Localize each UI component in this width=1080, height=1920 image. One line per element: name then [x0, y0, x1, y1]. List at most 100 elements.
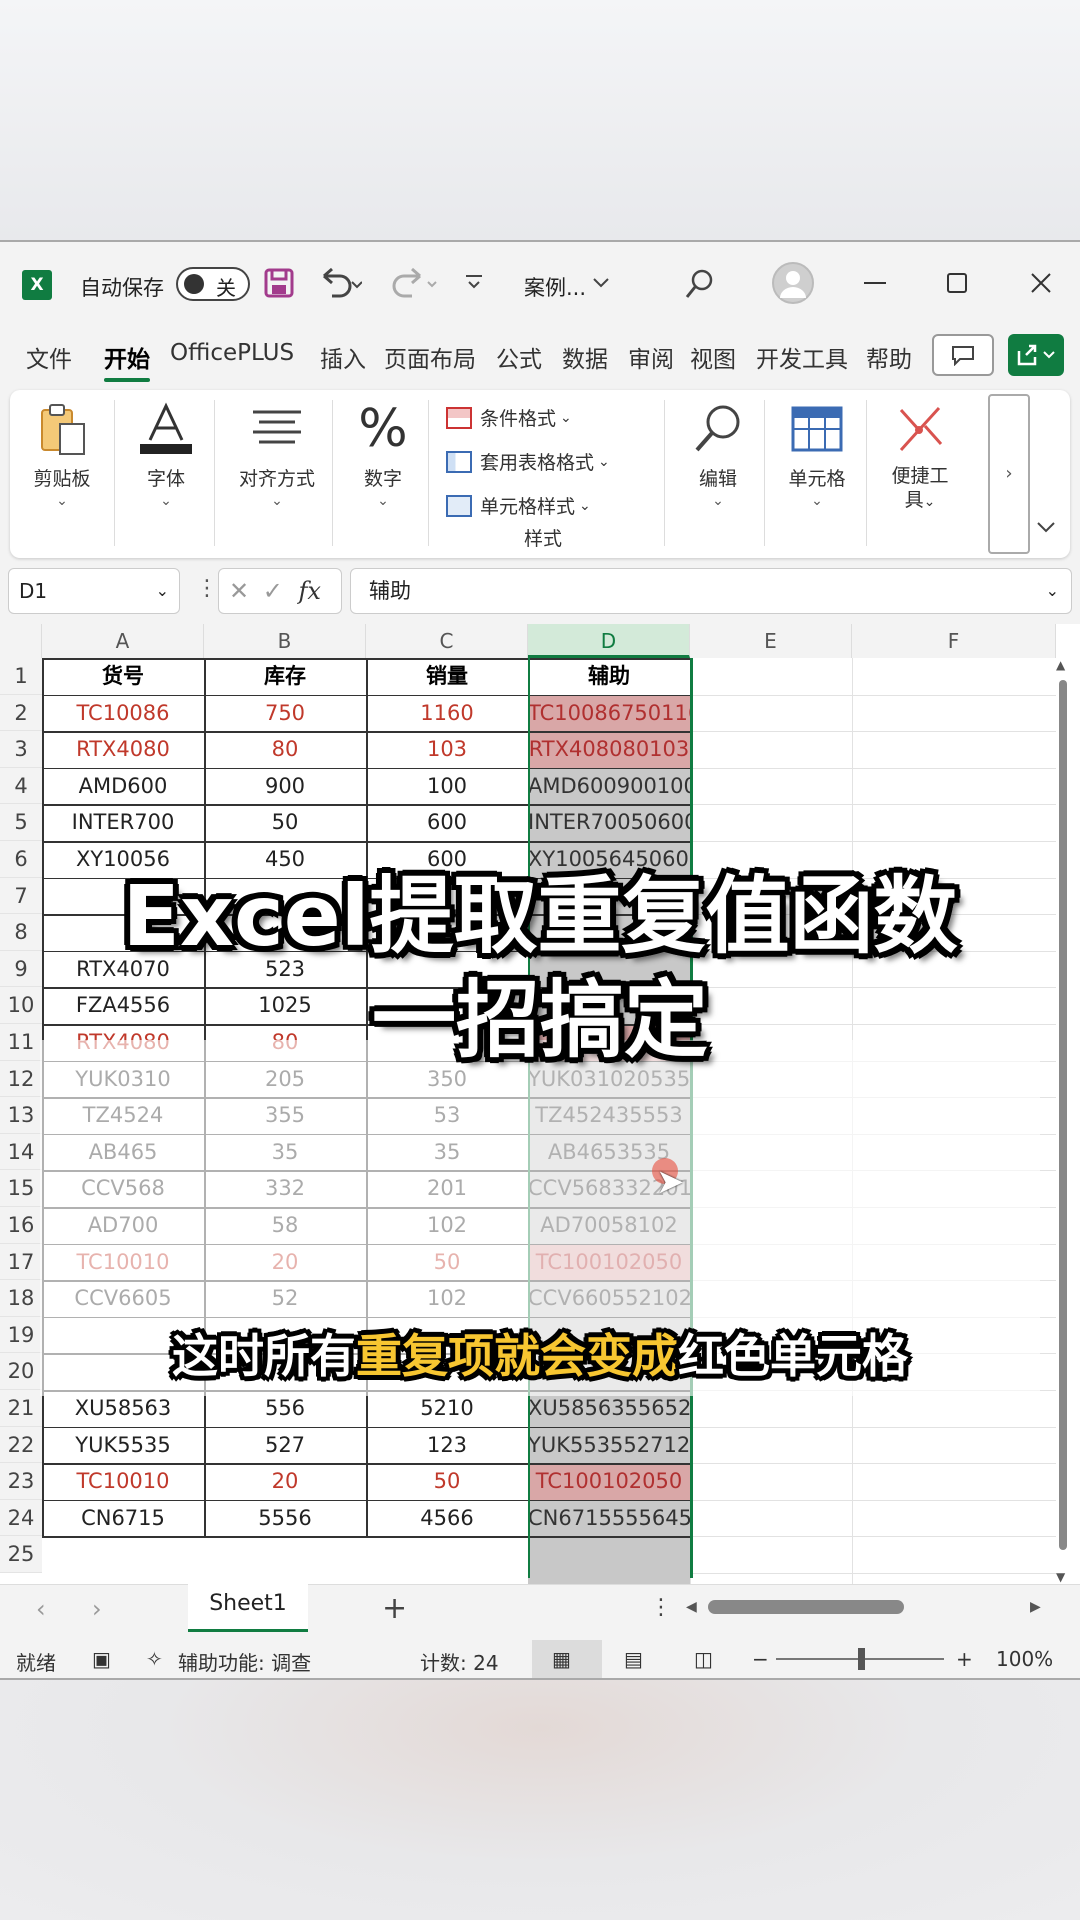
share-button[interactable]: [1008, 334, 1064, 376]
cancel-icon[interactable]: ✕: [229, 577, 249, 605]
row-header[interactable]: 3: [0, 731, 42, 768]
tab-data[interactable]: 数据: [562, 340, 608, 374]
font-group[interactable]: 字体 ⌄: [122, 390, 210, 558]
zoom-slider-handle[interactable]: [858, 1648, 865, 1670]
number-group[interactable]: % 数字 ⌄: [340, 390, 426, 558]
add-sheet-button[interactable]: +: [382, 1591, 407, 1626]
cell-a25[interactable]: [42, 1536, 204, 1573]
cell-c2[interactable]: 1160: [366, 695, 528, 732]
cell-c5[interactable]: 600: [366, 804, 528, 841]
row-header[interactable]: 24: [0, 1499, 42, 1537]
redo-icon[interactable]: [388, 266, 438, 300]
select-all-corner[interactable]: [0, 624, 42, 658]
scroll-right-icon[interactable]: ▶: [1030, 1599, 1041, 1615]
tab-file[interactable]: 文件: [26, 340, 72, 374]
next-sheet-icon[interactable]: ›: [92, 1595, 102, 1623]
column-header-a[interactable]: A: [42, 624, 204, 658]
row-header[interactable]: 13: [0, 1097, 42, 1134]
accessibility-status[interactable]: 辅助功能: 调查: [178, 1647, 311, 1676]
cell-d3[interactable]: RTX408080103: [528, 731, 690, 768]
cell-d2[interactable]: TC100867501160: [528, 694, 690, 732]
cell-styles-button[interactable]: 单元格样式 ⌄: [446, 492, 591, 519]
column-header-e[interactable]: E: [690, 624, 852, 658]
prev-sheet-icon[interactable]: ‹: [36, 1595, 46, 1623]
cell-d24[interactable]: CN671555564566: [528, 1499, 690, 1537]
conditional-format-button[interactable]: 条件格式 ⌄: [446, 404, 572, 431]
vertical-scrollbar[interactable]: ▲ ▼: [1056, 652, 1070, 1598]
alignment-group[interactable]: 对齐方式 ⌄: [222, 390, 332, 558]
page-layout-view-icon[interactable]: ▤: [624, 1647, 643, 1671]
cell-a3[interactable]: RTX4080: [42, 731, 204, 768]
quick-tools-group[interactable]: 便捷工 具⌄: [872, 390, 968, 558]
tab-review[interactable]: 审阅: [628, 340, 674, 374]
cell-b22[interactable]: 527: [204, 1427, 366, 1464]
tab-home[interactable]: 开始: [104, 340, 150, 382]
minimize-icon[interactable]: [864, 282, 886, 286]
cell-b1[interactable]: 库存: [204, 658, 366, 695]
cell-c22[interactable]: 123: [366, 1427, 528, 1464]
cell-a4[interactable]: AMD600: [42, 768, 204, 805]
clipboard-group[interactable]: 剪贴板 ⌄: [18, 390, 106, 558]
tab-officeplus[interactable]: OfficePLUS: [170, 340, 294, 366]
row-header[interactable]: 23: [0, 1463, 42, 1500]
row-header[interactable]: 16: [0, 1207, 42, 1244]
row-header[interactable]: 5: [0, 804, 42, 841]
column-header-b[interactable]: B: [204, 624, 366, 658]
cell-c23[interactable]: 50: [366, 1463, 528, 1500]
zoom-in-icon[interactable]: +: [956, 1647, 973, 1671]
name-box[interactable]: D1 ⌄: [8, 568, 180, 614]
row-header[interactable]: 18: [0, 1280, 42, 1317]
cells-group[interactable]: 单元格 ⌄: [770, 390, 864, 558]
cell-a22[interactable]: YUK5535: [42, 1427, 204, 1464]
cell-a23[interactable]: TC10010: [42, 1463, 204, 1500]
cell-a24[interactable]: CN6715: [42, 1500, 204, 1537]
maximize-icon[interactable]: [946, 272, 968, 294]
cell-c3[interactable]: 103: [366, 731, 528, 768]
format-as-table-button[interactable]: 套用表格格式 ⌄: [446, 448, 610, 475]
row-header[interactable]: 25: [0, 1536, 42, 1573]
column-header-f[interactable]: F: [852, 624, 1056, 658]
editing-group[interactable]: 编辑 ⌄: [672, 390, 764, 558]
page-break-view-icon[interactable]: ◫: [694, 1647, 713, 1671]
column-header-c[interactable]: C: [366, 624, 528, 658]
tab-view[interactable]: 视图: [690, 340, 736, 374]
insert-function-button[interactable]: fx: [299, 577, 321, 605]
cell-b3[interactable]: 80: [204, 731, 366, 768]
row-header[interactable]: 22: [0, 1426, 42, 1464]
autosave-toggle[interactable]: 关: [176, 267, 250, 301]
cell-b24[interactable]: 5556: [204, 1500, 366, 1537]
undo-icon[interactable]: [318, 266, 362, 300]
row-header[interactable]: 15: [0, 1170, 42, 1207]
close-icon[interactable]: [1030, 272, 1052, 294]
accessibility-icon[interactable]: ✧: [146, 1647, 163, 1671]
row-header[interactable]: 4: [0, 767, 42, 805]
cell-b5[interactable]: 50: [204, 804, 366, 841]
chevron-down-icon[interactable]: [592, 276, 610, 290]
cell-d22[interactable]: YUK5535527123: [528, 1426, 690, 1464]
comment-button[interactable]: [932, 334, 994, 376]
customize-icon[interactable]: [464, 272, 484, 292]
search-icon[interactable]: [684, 268, 714, 300]
cell-c1[interactable]: 销量: [366, 658, 528, 695]
ribbon-scroll-right-button[interactable]: ›: [988, 394, 1030, 554]
tab-page-layout[interactable]: 页面布局: [384, 340, 476, 374]
scroll-down-icon[interactable]: ▼: [1056, 1570, 1065, 1584]
macro-record-icon[interactable]: ▣: [92, 1647, 111, 1671]
cell-c24[interactable]: 4566: [366, 1500, 528, 1537]
confirm-icon[interactable]: ✓: [263, 577, 283, 605]
formula-input[interactable]: 辅助 ⌄: [350, 568, 1072, 614]
scroll-up-icon[interactable]: ▲: [1056, 658, 1065, 672]
cell-b23[interactable]: 20: [204, 1463, 366, 1500]
row-header[interactable]: 17: [0, 1243, 42, 1281]
file-name[interactable]: 案例...: [524, 272, 586, 302]
cell-a5[interactable]: INTER700: [42, 804, 204, 841]
scroll-left-icon[interactable]: ◀: [686, 1599, 697, 1615]
cell-d1[interactable]: 辅助: [528, 658, 690, 695]
cell-d4[interactable]: AMD600900100: [528, 767, 690, 805]
row-header[interactable]: 14: [0, 1133, 42, 1171]
more-options-icon[interactable]: ⋮: [650, 1595, 672, 1620]
user-avatar-icon[interactable]: [772, 262, 814, 304]
row-header[interactable]: 1: [0, 658, 42, 695]
tab-insert[interactable]: 插入: [320, 340, 366, 374]
zoom-level[interactable]: 100%: [996, 1647, 1053, 1671]
